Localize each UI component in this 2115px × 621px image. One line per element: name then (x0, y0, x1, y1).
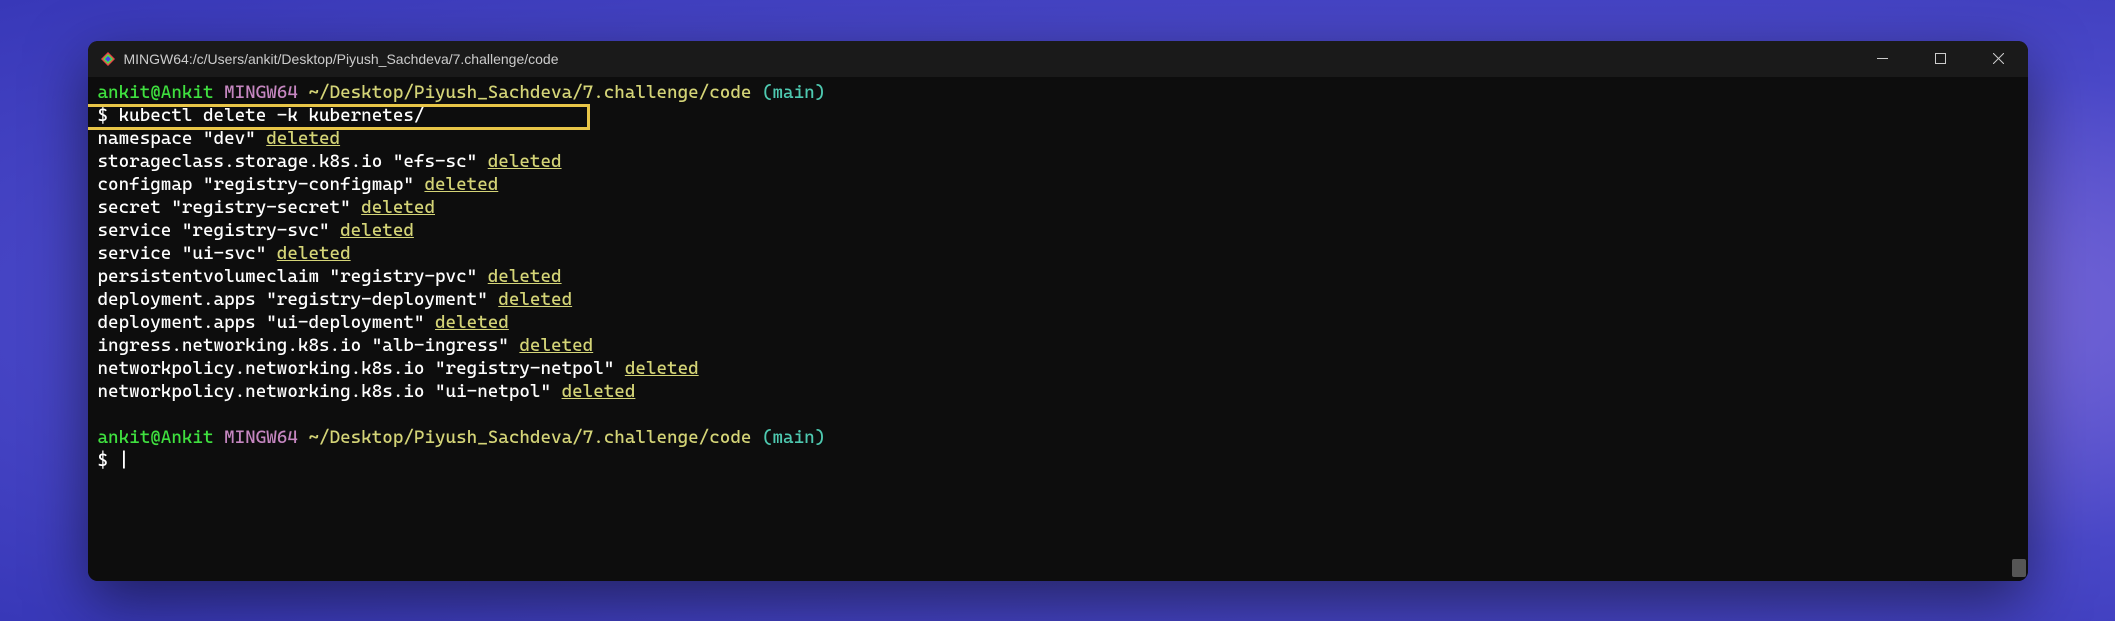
output-line: service "registry-svc" deleted (98, 219, 2018, 242)
resource-text: configmap "registry-configmap" (98, 174, 425, 195)
output-line: service "ui-svc" deleted (98, 242, 2018, 265)
prompt-line-1: ankit@Ankit MINGW64 ~/Desktop/Piyush_Sac… (98, 81, 2018, 104)
window-title: MINGW64:/c/Users/ankit/Desktop/Piyush_Sa… (124, 51, 559, 67)
prompt-host: MINGW64 (224, 82, 298, 103)
maximize-button[interactable] (1912, 41, 1970, 77)
titlebar[interactable]: MINGW64:/c/Users/ankit/Desktop/Piyush_Sa… (88, 41, 2028, 77)
resource-text: secret "registry-secret" (98, 197, 362, 218)
close-button[interactable] (1970, 41, 2028, 77)
status-text: deleted (266, 128, 340, 149)
status-text: deleted (424, 174, 498, 195)
output-line: networkpolicy.networking.k8s.io "ui-netp… (98, 380, 2018, 403)
status-text: deleted (625, 358, 699, 379)
prompt-path: ~/Desktop/Piyush_Sachdeva/7.challenge/co… (308, 82, 751, 103)
output-line: configmap "registry-configmap" deleted (98, 173, 2018, 196)
resource-text: namespace "dev" (98, 128, 267, 149)
prompt-user: ankit@Ankit (98, 427, 214, 448)
status-text: deleted (277, 243, 351, 264)
terminal-window: MINGW64:/c/Users/ankit/Desktop/Piyush_Sa… (88, 41, 2028, 581)
blank-line (98, 403, 2018, 426)
output-line: networkpolicy.networking.k8s.io "registr… (98, 357, 2018, 380)
resource-text: service "ui-svc" (98, 243, 277, 264)
resource-text: networkpolicy.networking.k8s.io "registr… (98, 358, 625, 379)
resource-text: deployment.apps "ui-deployment" (98, 312, 436, 333)
command-line-2: $ | (98, 449, 2018, 472)
status-text: deleted (435, 312, 509, 333)
scrollbar-thumb[interactable] (2012, 559, 2026, 577)
prompt-symbol: $ (98, 450, 109, 471)
prompt-symbol: $ (98, 105, 109, 126)
status-text: deleted (361, 197, 435, 218)
status-text: deleted (519, 335, 593, 356)
resource-text: networkpolicy.networking.k8s.io "ui-netp… (98, 381, 562, 402)
resource-text: deployment.apps "registry-deployment" (98, 289, 499, 310)
prompt-path: ~/Desktop/Piyush_Sachdeva/7.challenge/co… (308, 427, 751, 448)
status-text: deleted (488, 151, 562, 172)
output-line: deployment.apps "ui-deployment" deleted (98, 311, 2018, 334)
minimize-button[interactable] (1854, 41, 1912, 77)
status-text: deleted (488, 266, 562, 287)
terminal-body[interactable]: ankit@Ankit MINGW64 ~/Desktop/Piyush_Sac… (88, 77, 2028, 581)
resource-text: service "registry-svc" (98, 220, 341, 241)
output-line: namespace "dev" deleted (98, 127, 2018, 150)
prompt-line-2: ankit@Ankit MINGW64 ~/Desktop/Piyush_Sac… (98, 426, 2018, 449)
output-line: deployment.apps "registry-deployment" de… (98, 288, 2018, 311)
output-line: storageclass.storage.k8s.io "efs-sc" del… (98, 150, 2018, 173)
status-text: deleted (562, 381, 636, 402)
command-text: kubectl delete -k kubernetes/ (119, 105, 425, 126)
resource-text: persistentvolumeclaim "registry-pvc" (98, 266, 488, 287)
output-line: persistentvolumeclaim "registry-pvc" del… (98, 265, 2018, 288)
resource-text: storageclass.storage.k8s.io "efs-sc" (98, 151, 488, 172)
output-line: ingress.networking.k8s.io "alb-ingress" … (98, 334, 2018, 357)
prompt-branch: (main) (762, 427, 825, 448)
resource-text: ingress.networking.k8s.io "alb-ingress" (98, 335, 520, 356)
output-lines: namespace "dev" deletedstorageclass.stor… (98, 127, 2018, 403)
window-controls (1854, 41, 2028, 77)
command-line-1: $ kubectl delete -k kubernetes/ (98, 104, 2018, 127)
cursor: | (119, 450, 130, 471)
mingw-icon (100, 51, 116, 67)
prompt-host: MINGW64 (224, 427, 298, 448)
output-line: secret "registry-secret" deleted (98, 196, 2018, 219)
status-text: deleted (498, 289, 572, 310)
prompt-user: ankit@Ankit (98, 82, 214, 103)
status-text: deleted (340, 220, 414, 241)
prompt-branch: (main) (762, 82, 825, 103)
